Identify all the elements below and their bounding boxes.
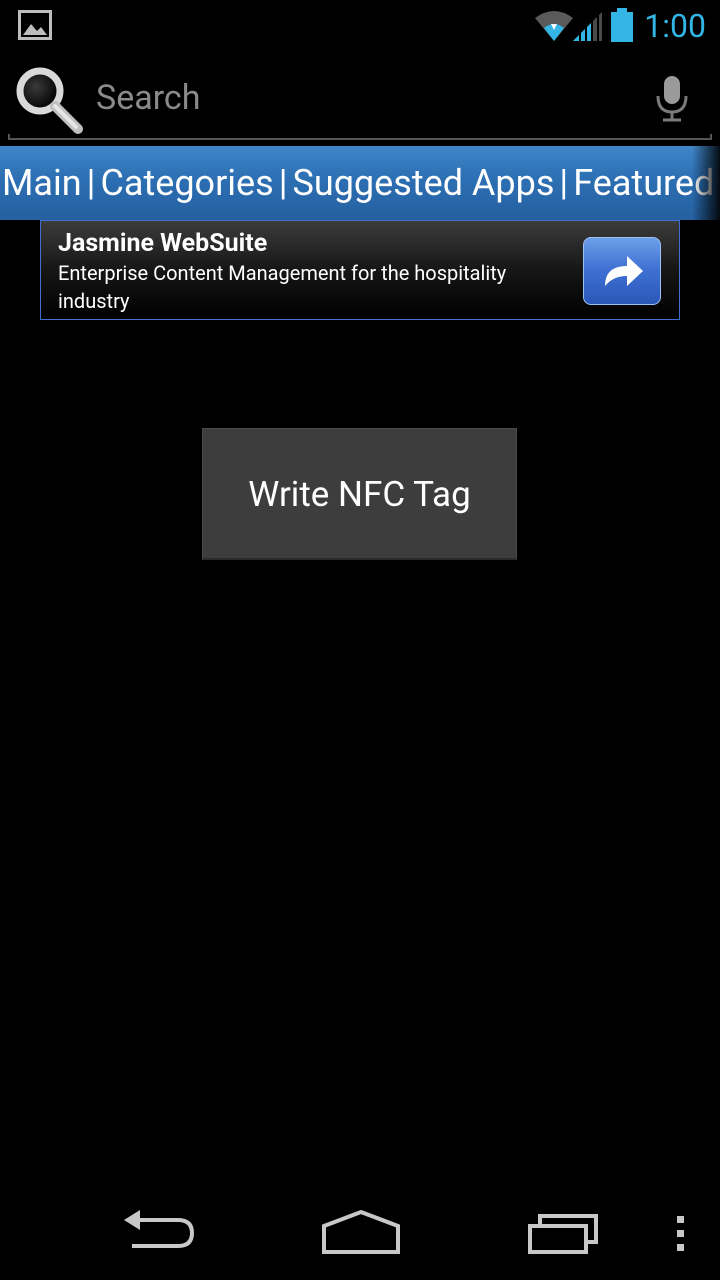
clock: 1:00 — [644, 7, 706, 45]
search-bar — [0, 50, 720, 146]
nav-item-main[interactable]: Main — [2, 146, 82, 220]
search-underline — [8, 134, 712, 140]
signal-icon — [573, 12, 602, 41]
nav-strip-fade — [692, 146, 720, 220]
category-nav-strip: Main | Categories | Suggested Apps | Featured — [0, 146, 720, 220]
nav-items: Main | Categories | Suggested Apps | Featured — [2, 146, 714, 220]
wifi-icon — [535, 11, 573, 41]
recents-icon[interactable] — [522, 1208, 602, 1256]
mic-icon[interactable] — [654, 74, 690, 122]
nav-separator: | — [559, 162, 569, 204]
nav-separator: | — [278, 162, 288, 204]
status-bar: 1:00 — [0, 0, 720, 50]
overflow-menu-icon[interactable] — [666, 1212, 696, 1256]
ad-open-button[interactable] — [583, 237, 661, 305]
ad-title: Jasmine WebSuite — [58, 229, 268, 258]
gallery-icon — [18, 10, 52, 40]
nav-item-suggested-apps[interactable]: Suggested Apps — [293, 146, 555, 220]
system-nav-bar — [0, 1184, 720, 1280]
back-icon[interactable] — [118, 1210, 202, 1254]
ad-banner[interactable]: Jasmine WebSuite Enterprise Content Mana… — [40, 220, 680, 320]
search-icon[interactable] — [10, 61, 86, 137]
nav-separator: | — [86, 162, 96, 204]
home-icon[interactable] — [318, 1208, 404, 1256]
nav-item-categories[interactable]: Categories — [100, 146, 273, 220]
search-input[interactable] — [96, 76, 616, 120]
ad-description: Enterprise Content Management for the ho… — [58, 261, 507, 313]
write-nfc-tag-button[interactable]: Write NFC Tag — [202, 428, 517, 560]
share-arrow-icon — [605, 256, 643, 286]
battery-icon — [611, 8, 633, 42]
